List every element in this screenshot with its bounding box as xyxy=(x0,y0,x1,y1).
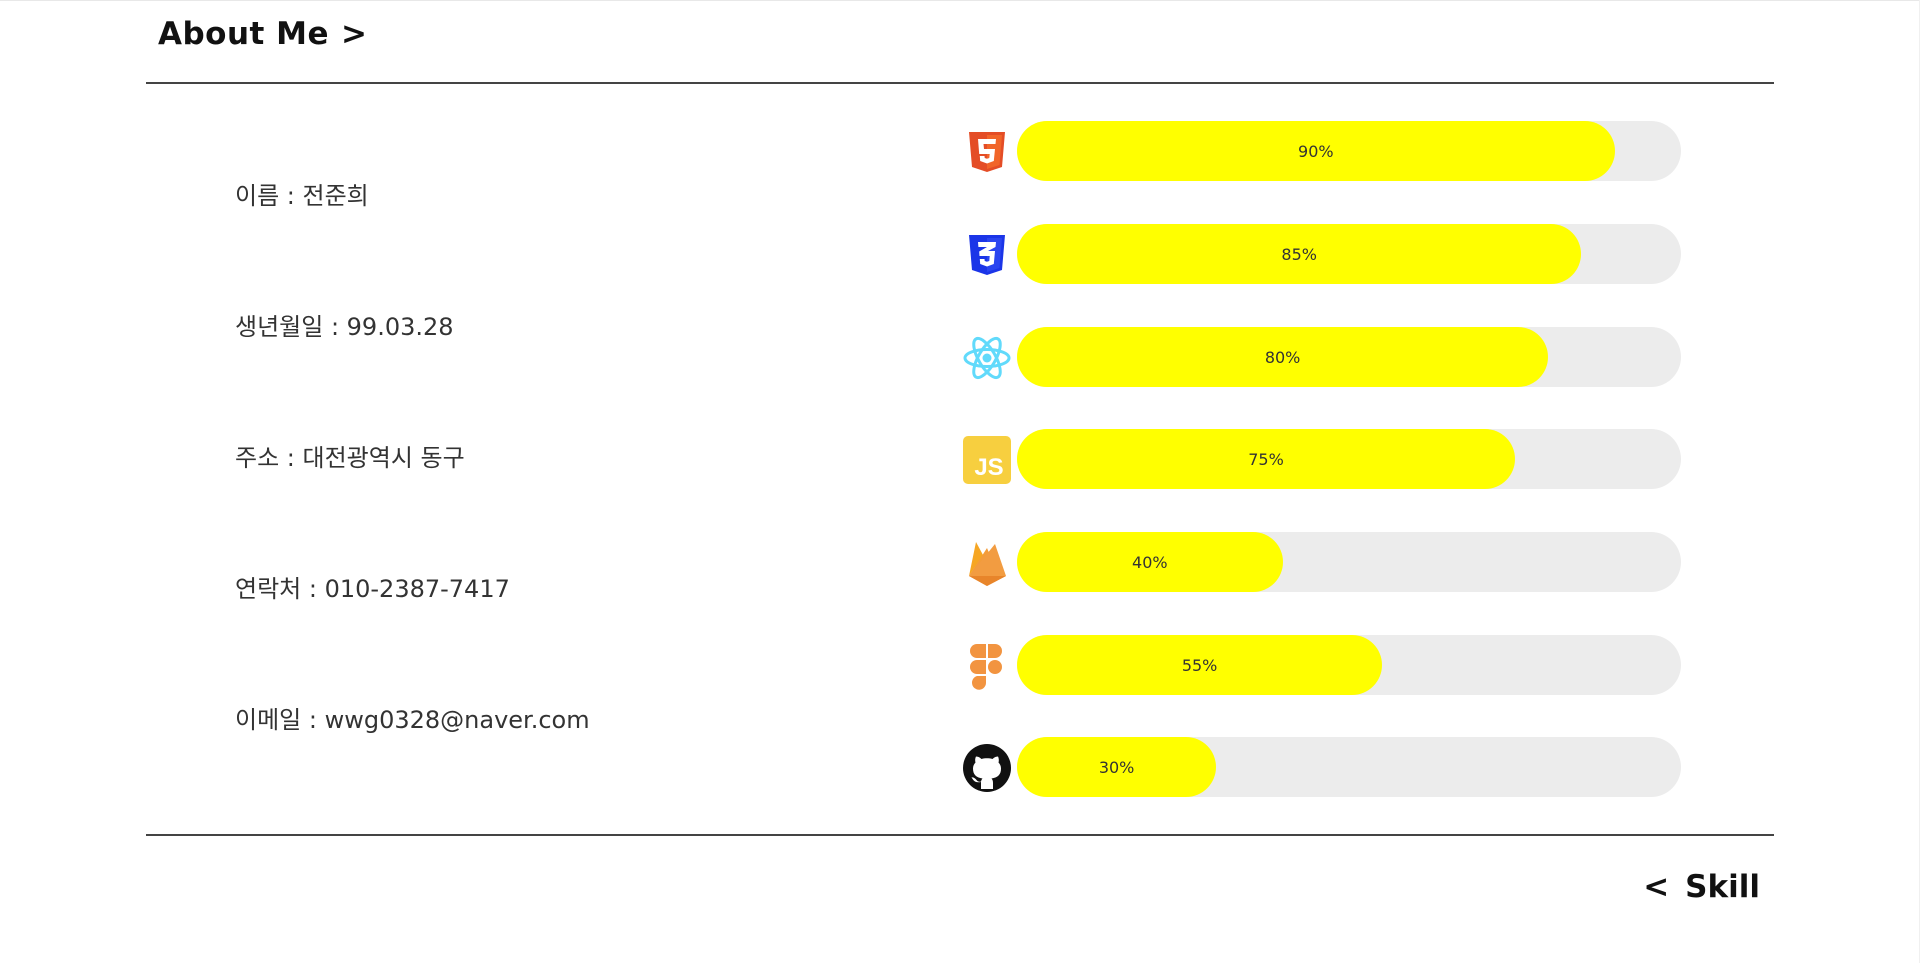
skill-bar-track: 40% xyxy=(1017,532,1681,592)
css3-icon xyxy=(969,235,1005,275)
skill-bar-fill: 90% xyxy=(1017,121,1615,181)
skill-bar-fill: 80% xyxy=(1017,327,1549,387)
skill-bar-fill: 85% xyxy=(1017,224,1582,284)
skill-percent-label: 75% xyxy=(1248,449,1284,469)
skill-row-javascript: JS 75% xyxy=(962,429,1682,489)
chevron-right-icon: > xyxy=(341,16,368,52)
skill-row-react: 80% xyxy=(962,327,1682,387)
svg-text:JS: JS xyxy=(974,454,1003,481)
html5-icon xyxy=(969,132,1005,172)
about-me-page: About Me > 이름 : 전준희 생년월일 : 99.03.28 주소 : … xyxy=(0,0,1920,963)
skill-bar-track: 30% xyxy=(1017,737,1681,797)
info-birthdate: 생년월일 : 99.03.28 xyxy=(235,313,454,341)
skill-bar-fill: 55% xyxy=(1017,635,1383,695)
skill-row-firebase: 40% xyxy=(962,532,1682,592)
top-divider xyxy=(146,82,1774,84)
info-address: 주소 : 대전광역시 동구 xyxy=(235,444,465,472)
javascript-icon: JS xyxy=(963,436,1011,484)
react-icon xyxy=(963,336,1011,380)
skill-bar-fill: 30% xyxy=(1017,737,1217,797)
skill-row-github: 30% xyxy=(962,737,1682,797)
skill-bar-fill: 40% xyxy=(1017,532,1283,592)
skill-bar-track: 90% xyxy=(1017,121,1681,181)
skill-nav-link[interactable]: < Skill xyxy=(1643,862,1760,912)
skill-row-html: 90% xyxy=(962,121,1682,181)
github-icon xyxy=(963,744,1011,792)
skill-percent-label: 90% xyxy=(1298,141,1334,161)
skill-bar-track: 80% xyxy=(1017,327,1681,387)
firebase-icon xyxy=(969,542,1006,586)
info-email: 이메일 : wwg0328@naver.com xyxy=(235,706,590,734)
skill-row-css: 85% xyxy=(962,224,1682,284)
info-phone: 연락처 : 010-2387-7417 xyxy=(235,575,510,603)
heading-label: About Me xyxy=(158,16,330,52)
about-me-heading[interactable]: About Me > xyxy=(158,8,368,60)
skill-bar-track: 55% xyxy=(1017,635,1681,695)
skill-percent-label: 30% xyxy=(1098,757,1135,777)
skill-nav-label: Skill xyxy=(1685,869,1760,905)
skill-percent-label: 40% xyxy=(1132,552,1168,572)
figma-icon xyxy=(970,644,1002,690)
bottom-divider xyxy=(146,834,1774,836)
skill-percent-label: 80% xyxy=(1264,347,1301,367)
top-border xyxy=(0,0,1920,1)
skill-row-figma: 55% xyxy=(962,635,1682,695)
skill-percent-label: 55% xyxy=(1181,655,1218,675)
skill-bar-track: 85% xyxy=(1017,224,1681,284)
info-name: 이름 : 전준희 xyxy=(235,182,369,210)
skill-bar-track: 75% xyxy=(1017,429,1681,489)
chevron-left-icon: < xyxy=(1643,869,1670,905)
skill-percent-label: 85% xyxy=(1281,244,1317,264)
skill-bar-fill: 75% xyxy=(1017,429,1515,489)
